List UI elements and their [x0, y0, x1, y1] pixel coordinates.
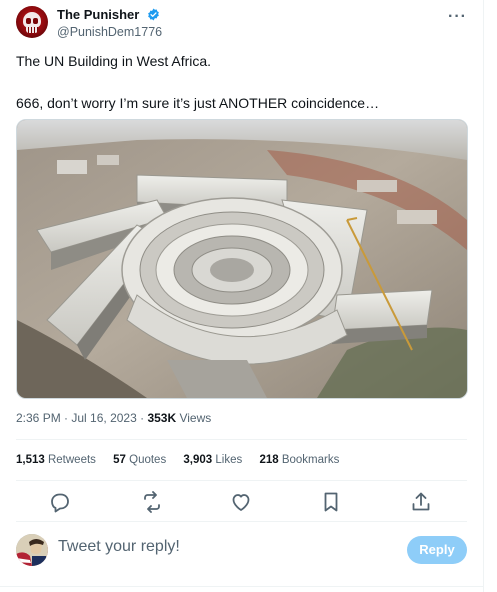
tweet-card: The Punisher @PunishDem1776 ··· The UN B… [0, 0, 484, 592]
meta-separator: · [136, 411, 148, 425]
author-avatar[interactable] [16, 6, 48, 38]
quotes-label: Quotes [129, 454, 167, 466]
skull-teeth [26, 27, 38, 33]
views-count[interactable]: 353K [147, 411, 176, 425]
skull-eye-left [26, 18, 31, 24]
author-names: The Punisher @PunishDem1776 [57, 6, 162, 40]
more-icon[interactable]: ··· [448, 8, 467, 26]
divider [0, 586, 483, 587]
user-avatar-image [16, 534, 48, 566]
likes-label: Likes [215, 454, 243, 466]
reply-composer: Tweet your reply! Reply [16, 532, 467, 572]
meta-separator: · [60, 411, 72, 425]
tweet-photo[interactable] [16, 119, 468, 399]
divider [16, 439, 467, 440]
bookmarks-label: Bookmarks [281, 454, 340, 466]
reply-button[interactable]: Reply [407, 536, 467, 564]
tweet-text: The UN Building in West Africa. 666, don… [16, 52, 467, 112]
retweets-stat[interactable]: 1,513 Retweets [16, 454, 96, 466]
tweet-text-line: The UN Building in West Africa. [16, 53, 212, 69]
reply-input[interactable]: Tweet your reply! [58, 538, 180, 556]
heart-icon[interactable] [229, 490, 253, 514]
bookmarks-count: 218 [259, 454, 279, 466]
bookmarks-stat[interactable]: 218 Bookmarks [259, 454, 339, 466]
tweet-actions [16, 486, 467, 518]
retweets-count: 1,513 [16, 454, 45, 466]
share-icon[interactable] [409, 490, 433, 514]
user-avatar[interactable] [16, 534, 48, 566]
tweet-date[interactable]: Jul 16, 2023 [71, 411, 136, 425]
quotes-stat[interactable]: 57 Quotes [113, 454, 166, 466]
tweet-meta: 2:36 PM · Jul 16, 2023 · 353K Views [16, 411, 211, 425]
tweet-text-line: 666, don’t worry I’m sure it’s just ANOT… [16, 95, 380, 111]
verified-badge-icon [147, 8, 159, 21]
author-handle[interactable]: @PunishDem1776 [57, 24, 162, 40]
quotes-count: 57 [113, 454, 126, 466]
tweet-header: The Punisher @PunishDem1776 ··· [16, 4, 467, 40]
likes-count: 3,903 [183, 454, 213, 466]
divider [16, 480, 467, 481]
reply-icon[interactable] [48, 490, 72, 514]
building-aerial-photo [17, 120, 467, 398]
tweet-time[interactable]: 2:36 PM [16, 411, 61, 425]
retweets-label: Retweets [47, 454, 96, 466]
divider [16, 521, 467, 522]
retweet-icon[interactable] [140, 490, 164, 514]
views-label: Views [176, 411, 212, 425]
bookmark-icon[interactable] [319, 490, 343, 514]
author-display-name[interactable]: The Punisher [57, 7, 139, 23]
skull-eye-right [33, 18, 38, 24]
tweet-stats: 1,513 Retweets 57 Quotes 3,903 Likes 218… [16, 454, 353, 466]
likes-stat[interactable]: 3,903 Likes [183, 454, 242, 466]
